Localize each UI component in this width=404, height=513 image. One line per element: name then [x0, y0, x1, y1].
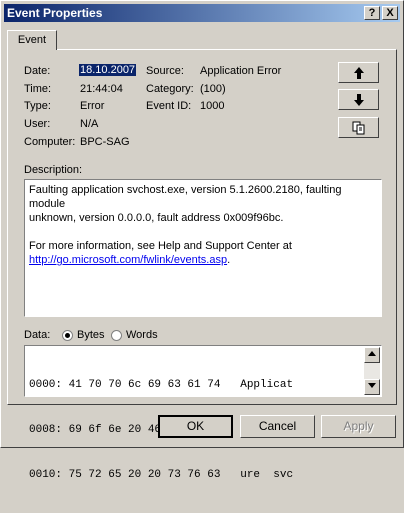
date-value[interactable]: 18.10.2007: [79, 64, 137, 76]
data-line: 0000: 41 70 70 6c 69 63 61 74 Applicat: [29, 379, 294, 391]
user-label: User:: [24, 118, 51, 130]
scroll-down-arrow-icon: [368, 383, 376, 388]
copy-event-button[interactable]: [338, 117, 379, 138]
category-label: Category:: [146, 83, 194, 95]
title-bar[interactable]: Event Properties ? X: [4, 4, 400, 22]
arrow-up-icon: [353, 67, 364, 79]
bytes-radio[interactable]: [62, 330, 73, 341]
words-radio[interactable]: [111, 330, 122, 341]
help-link[interactable]: http://go.microsoft.com/fwlink/events.as…: [29, 254, 227, 266]
description-label: Description:: [24, 164, 83, 176]
copy-icon: [352, 121, 364, 135]
words-label[interactable]: Words: [126, 329, 158, 341]
description-line-2: unknown, version 0.0.0.0, fault address …: [29, 212, 284, 224]
description-line-3: For more information, see Help and Suppo…: [29, 240, 292, 252]
ok-button[interactable]: OK: [158, 415, 233, 438]
source-label: Source:: [146, 65, 184, 77]
scroll-up-button[interactable]: [364, 347, 380, 363]
tab-event[interactable]: Event: [7, 30, 57, 50]
computer-value: BPC-SAG: [80, 136, 130, 148]
date-label: Date:: [24, 65, 51, 77]
help-button[interactable]: ?: [364, 6, 380, 20]
description-line-1: Faulting application svchost.exe, versio…: [29, 184, 342, 210]
next-event-button[interactable]: [338, 89, 379, 110]
data-label: Data:: [24, 329, 51, 341]
time-label: Time:: [24, 83, 52, 95]
arrow-down-icon: [353, 94, 364, 106]
type-label: Type:: [24, 100, 51, 112]
type-value: Error: [80, 100, 105, 112]
user-value: N/A: [80, 118, 99, 130]
computer-label: Computer:: [24, 136, 76, 148]
scroll-up-arrow-icon: [368, 351, 376, 356]
previous-event-button[interactable]: [338, 62, 379, 83]
apply-button[interactable]: Apply: [321, 415, 396, 438]
link-suffix: .: [227, 254, 231, 266]
close-button[interactable]: X: [382, 6, 398, 20]
category-value: (100): [200, 83, 226, 95]
bytes-label[interactable]: Bytes: [77, 329, 105, 341]
data-line: 0010: 75 72 65 20 20 73 76 63 ure svc: [29, 469, 294, 481]
radio-selected-dot: [65, 333, 70, 338]
data-hex-view[interactable]: 0000: 41 70 70 6c 69 63 61 74 Applicat 0…: [24, 345, 382, 481]
time-value: 21:44:04: [80, 83, 123, 95]
cancel-button[interactable]: Cancel: [240, 415, 315, 438]
event-properties-dialog: Event Properties ? X Event Date: 18.10.2…: [0, 0, 404, 481]
event-id-label: Event ID:: [146, 100, 192, 112]
scroll-down-button[interactable]: [364, 379, 380, 395]
description-text[interactable]: Faulting application svchost.exe, versio…: [24, 179, 382, 317]
source-value: Application Error: [200, 65, 282, 77]
event-id-value: 1000: [200, 100, 225, 112]
window-title: Event Properties: [7, 6, 103, 20]
data-scrollbar[interactable]: [364, 347, 380, 395]
